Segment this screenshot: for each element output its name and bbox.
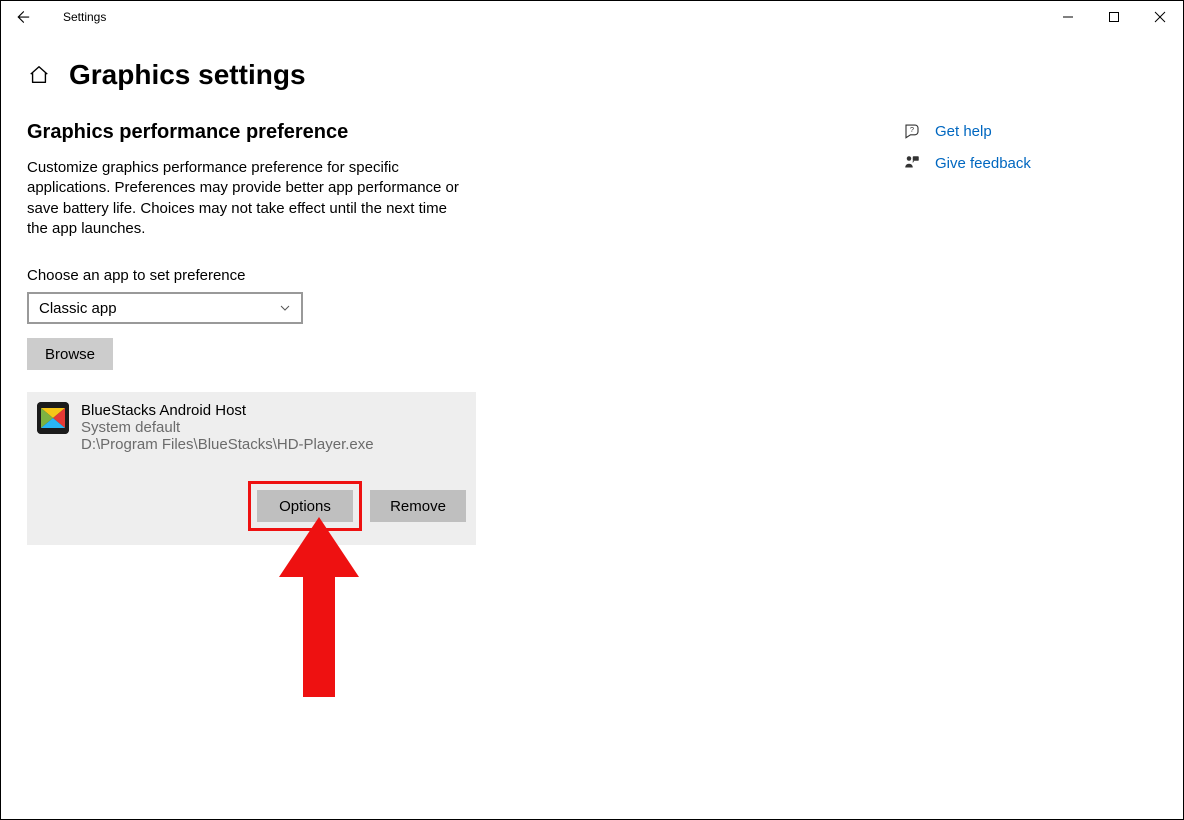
options-button[interactable]: Options [257, 490, 353, 522]
page-title: Graphics settings [69, 59, 306, 91]
remove-button[interactable]: Remove [370, 490, 466, 522]
app-icon [37, 402, 69, 434]
dropdown-value: Classic app [39, 300, 117, 317]
window-controls [1045, 1, 1183, 33]
annotation-arrow-icon [279, 517, 359, 707]
minimize-button[interactable] [1045, 1, 1091, 33]
feedback-icon [901, 153, 923, 173]
give-feedback-label: Give feedback [935, 155, 1031, 172]
minimize-icon [1062, 11, 1074, 23]
section-description: Customize graphics performance preferenc… [27, 158, 467, 239]
maximize-button[interactable] [1091, 1, 1137, 33]
get-help-link[interactable]: ? Get help [901, 121, 1031, 141]
home-button[interactable] [27, 63, 51, 87]
maximize-icon [1108, 11, 1120, 23]
back-button[interactable] [13, 3, 41, 31]
choose-app-label: Choose an app to set preference [27, 267, 561, 284]
home-icon [28, 64, 50, 86]
chevron-down-icon [279, 302, 291, 314]
svg-text:?: ? [910, 125, 914, 134]
window-title: Settings [63, 10, 106, 24]
get-help-label: Get help [935, 123, 992, 140]
app-preference: System default [81, 419, 374, 436]
options-highlight: Options [248, 481, 362, 531]
arrow-left-icon [13, 8, 31, 26]
section-heading: Graphics performance preference [27, 121, 561, 144]
help-icon: ? [901, 121, 923, 141]
app-path: D:\Program Files\BlueStacks\HD-Player.ex… [81, 436, 374, 453]
app-type-dropdown[interactable]: Classic app [27, 292, 303, 324]
close-button[interactable] [1137, 1, 1183, 33]
page-header: Graphics settings [1, 33, 1183, 91]
titlebar: Settings [1, 1, 1183, 33]
give-feedback-link[interactable]: Give feedback [901, 153, 1031, 173]
app-name: BlueStacks Android Host [81, 402, 374, 419]
close-icon [1154, 11, 1166, 23]
app-card: BlueStacks Android Host System default D… [27, 392, 476, 545]
browse-button[interactable]: Browse [27, 338, 113, 370]
